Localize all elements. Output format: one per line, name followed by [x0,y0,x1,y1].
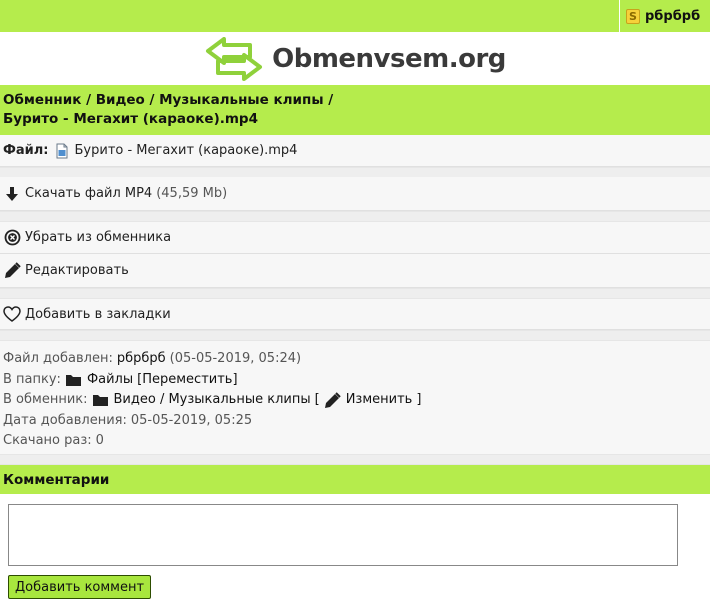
file-row: Файл: Бурито - Мегахит (караоке).mp4 [0,135,710,167]
bracket-open: [ [314,392,320,407]
edit-label[interactable]: Редактировать [25,263,129,278]
downloads-line: Скачано раз: 0 [3,431,707,452]
divider [0,330,710,341]
folder-label: В папку: [3,371,61,387]
exchange-path-link[interactable]: Видео / Музыкальные клипы [114,390,311,411]
folder-name: Файлы [86,371,134,387]
edit-button[interactable]: Редактировать [0,254,710,288]
bracket-close: ] [416,392,422,407]
comments-header: Комментарии [0,465,710,494]
folder-line: В папку: Файлы [Переместить] [3,370,707,391]
download-size: (45,59 Mb) [156,186,228,201]
breadcrumb: Обменник / Видео / Музыкальные клипы / Б… [0,85,710,135]
bookmark-button[interactable]: Добавить в закладки [0,299,710,330]
comments-title: Комментарии [3,471,110,488]
bookmark-label[interactable]: Добавить в закладки [25,307,171,322]
folder-icon [92,391,110,409]
move-link[interactable]: [Переместить] [137,370,237,391]
download-button[interactable]: Скачать файл MP4 (45,59 Mb) [0,177,710,211]
change-link[interactable]: Изменить [346,390,413,411]
divider [0,211,710,222]
added-label: Файл добавлен: [3,351,113,366]
downloads-label: Скачано раз: [3,433,92,448]
breadcrumb-path[interactable]: Обменник / Видео / Музыкальные клипы / [3,91,707,110]
exchange-line: В обменник: Видео / Музыкальные клипы [ … [3,390,707,411]
pencil-icon [3,262,21,280]
divider [0,288,710,299]
arrow-down-icon [3,185,21,203]
page-title: Бурито - Мегахит (караоке).mp4 [3,111,258,127]
logo[interactable]: Obmenvsem.org [0,32,710,85]
exchange-arrows-icon [206,36,263,81]
exchange-label: В обменник: [3,392,88,407]
remove-from-exchange-button[interactable]: Убрать из обменника [0,222,710,254]
logo-text: Obmenvsem.org [272,43,506,74]
folder-icon [65,371,83,389]
file-label: Файл: [3,143,49,158]
username[interactable]: рбрбрб [645,9,700,24]
date-line: Дата добавления: 05-05-2019, 05:25 [3,411,707,432]
top-bar: S рбрбрб [0,0,710,32]
comment-form: Добавить коммент [0,494,710,599]
remove-circle-icon [3,229,21,247]
download-label[interactable]: Скачать файл MP4 [25,186,152,201]
date-label: Дата добавления: [3,412,127,428]
add-comment-button[interactable]: Добавить коммент [8,575,152,599]
pencil-icon [324,391,342,409]
added-line: Файл добавлен: рбрбрб (05-05-2019, 05:24… [3,349,707,370]
added-user-link[interactable]: рбрбрб [117,349,166,370]
comment-textarea[interactable] [8,504,678,566]
file-name: Бурито - Мегахит (караоке).mp4 [74,143,298,158]
heart-icon [3,305,21,323]
added-time: (05-05-2019, 05:24) [169,351,302,366]
divider [0,454,710,465]
coin-icon: S [626,8,640,24]
remove-label[interactable]: Убрать из обменника [25,230,171,245]
file-info: Файл добавлен: рбрбрб (05-05-2019, 05:24… [0,341,710,454]
user-box[interactable]: S рбрбрб [619,0,710,32]
video-file-icon [53,142,71,160]
date-value: 05-05-2019, 05:25 [130,412,253,428]
downloads-value: 0 [95,433,104,448]
